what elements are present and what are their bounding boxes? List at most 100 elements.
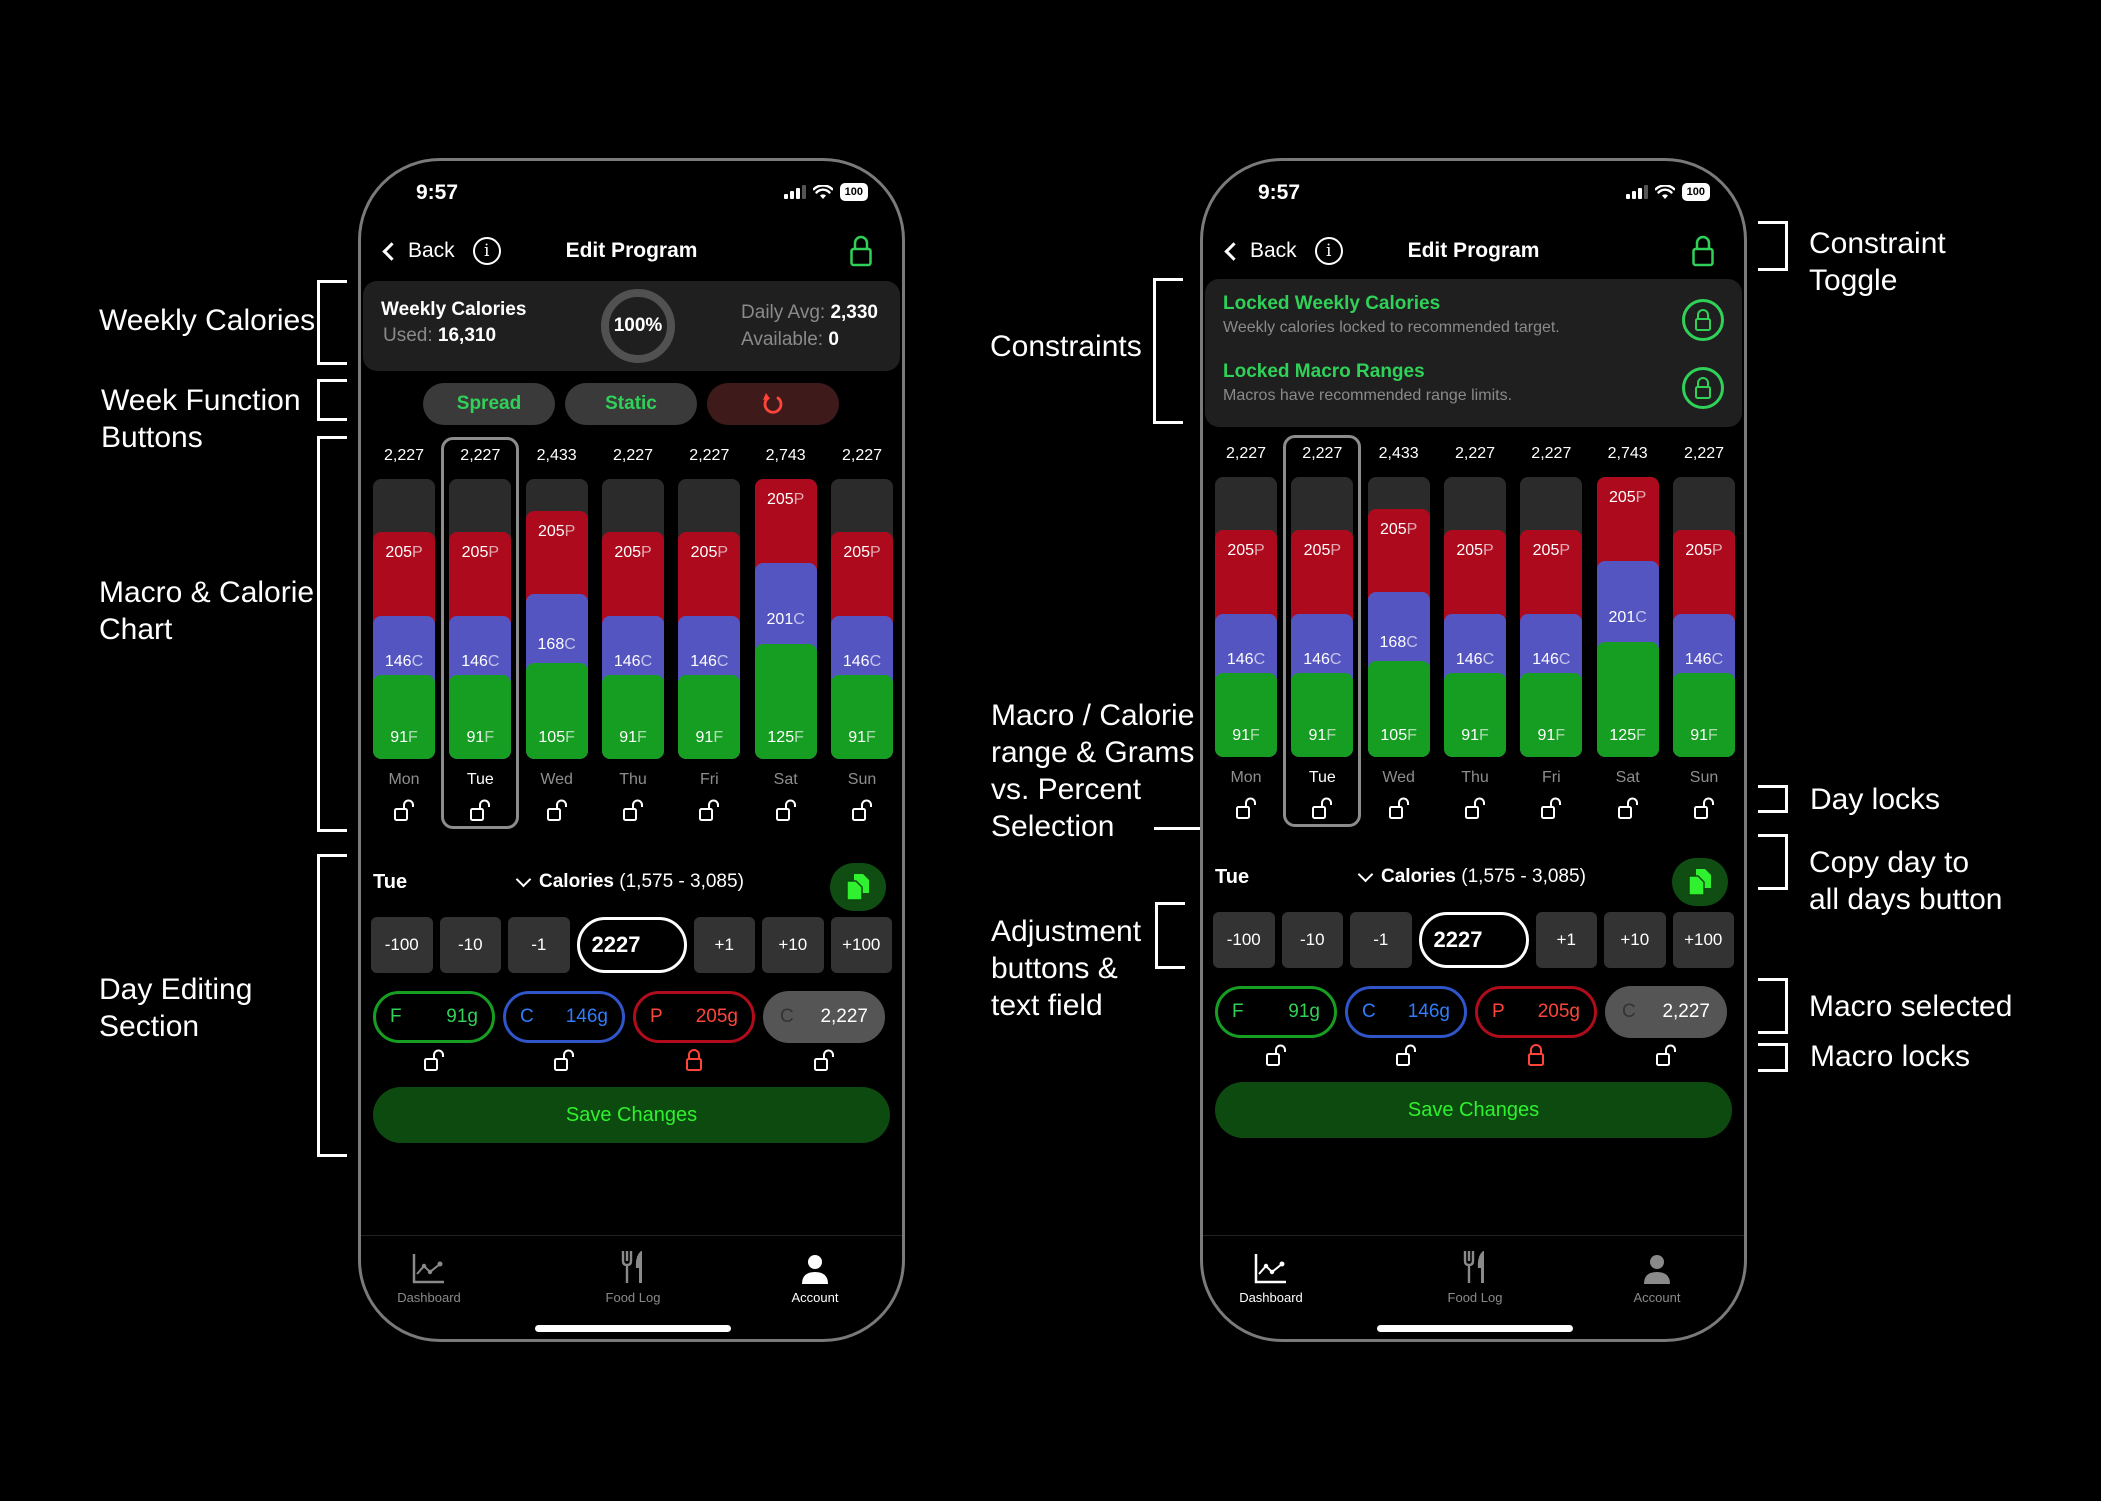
day-column[interactable]: 2,227 205P 146C 91F Tue xyxy=(1291,435,1354,835)
bar-track: 205P 146C 91F xyxy=(373,479,435,759)
macro-pill-f[interactable]: F 91g xyxy=(373,991,495,1043)
bar-value: 91 xyxy=(619,729,637,746)
tab-dashboard[interactable]: Dashboard xyxy=(369,1244,489,1305)
day-lock-button[interactable] xyxy=(546,799,567,821)
day-column[interactable]: 2,227 205P 146C 91F Fri xyxy=(678,437,741,837)
unlock-icon[interactable] xyxy=(470,799,491,821)
unlock-icon[interactable] xyxy=(1396,1044,1416,1066)
metric-range-selector[interactable]: Calories (1,575 - 3,085) xyxy=(515,871,744,893)
day-column[interactable]: 2,227 205P 146C 91F Thu xyxy=(602,437,664,837)
unlock-icon[interactable] xyxy=(775,799,796,821)
unlock-icon[interactable] xyxy=(699,799,720,821)
unlock-icon[interactable] xyxy=(424,1049,444,1071)
macro-pill-p[interactable]: P 205g xyxy=(1475,986,1597,1038)
save-changes-button[interactable]: Save Changes xyxy=(373,1087,890,1143)
chart-line-icon xyxy=(412,1254,444,1284)
day-lock-button[interactable] xyxy=(1694,797,1714,819)
unlock-icon[interactable] xyxy=(1236,797,1256,819)
tab-account[interactable]: Account xyxy=(755,1244,875,1305)
save-changes-button[interactable]: Save Changes xyxy=(1215,1082,1732,1138)
day-column[interactable]: 2,743 205P 201C 125F Sat xyxy=(754,437,817,837)
adjust-plus-1-button[interactable]: +1 xyxy=(693,917,755,973)
adjust-plus-100-button[interactable]: +100 xyxy=(1672,912,1734,968)
macro-pill-calories[interactable]: C 2,227 xyxy=(763,991,885,1043)
adjust-plus-10-button[interactable]: +10 xyxy=(762,917,824,973)
day-column[interactable]: 2,433 205P 168C 105F Wed xyxy=(525,437,588,837)
day-column[interactable]: 2,433 205P 168C 105F Wed xyxy=(1367,435,1430,835)
day-lock-button[interactable] xyxy=(852,799,872,821)
day-lock-button[interactable] xyxy=(623,799,643,821)
tab-food-log[interactable]: Food Log xyxy=(1415,1244,1535,1305)
adjust-plus-100-button[interactable]: +100 xyxy=(830,917,892,973)
adjust-minus-10-button[interactable]: -10 xyxy=(1281,912,1343,968)
unlock-icon[interactable] xyxy=(1541,797,1562,819)
lock-icon[interactable] xyxy=(1526,1044,1546,1066)
adjust-minus-1-button[interactable]: -1 xyxy=(1350,912,1412,968)
static-button[interactable]: Static xyxy=(565,383,697,425)
day-column[interactable]: 2,227 205P 146C 91F Tue xyxy=(449,437,512,837)
day-column[interactable]: 2,227 205P 146C 91F Thu xyxy=(1444,435,1506,835)
macro-pill-c[interactable]: C 146g xyxy=(1345,986,1467,1038)
reset-button[interactable] xyxy=(707,383,839,425)
unlock-icon[interactable] xyxy=(394,799,414,821)
calorie-value-input[interactable] xyxy=(1418,912,1529,968)
day-column[interactable]: 2,227 205P 146C 91F Mon xyxy=(373,437,435,837)
adjust-plus-10-button[interactable]: +10 xyxy=(1604,912,1666,968)
signal-icon xyxy=(783,185,806,199)
unlock-icon[interactable] xyxy=(1617,797,1638,819)
macro-pill-f[interactable]: F 91g xyxy=(1215,986,1337,1038)
unlock-icon[interactable] xyxy=(1656,1044,1676,1066)
macro-pill-c[interactable]: C 146g xyxy=(503,991,625,1043)
calorie-value-input[interactable] xyxy=(576,917,687,973)
lock-icon[interactable] xyxy=(684,1049,704,1071)
day-lock-button[interactable] xyxy=(775,799,796,821)
day-lock-button[interactable] xyxy=(1388,797,1409,819)
constraint-lock-toggle-icon[interactable] xyxy=(1692,235,1714,267)
day-column[interactable]: 2,227 205P 146C 91F Fri xyxy=(1520,435,1583,835)
day-lock-button[interactable] xyxy=(1465,797,1485,819)
day-column[interactable]: 2,227 205P 146C 91F Sun xyxy=(831,437,893,837)
day-column[interactable]: 2,227 205P 146C 91F Sun xyxy=(1673,435,1735,835)
day-column[interactable]: 2,227 205P 146C 91F Mon xyxy=(1215,435,1277,835)
adjust-minus-10-button[interactable]: -10 xyxy=(439,917,501,973)
adjust-minus-100-button[interactable]: -100 xyxy=(371,917,433,973)
constraint-lock-toggle-icon[interactable] xyxy=(850,235,872,267)
unlock-icon[interactable] xyxy=(1266,1044,1286,1066)
unlock-icon[interactable] xyxy=(814,1049,834,1071)
unlock-icon[interactable] xyxy=(546,799,567,821)
constraint-lock-button[interactable] xyxy=(1682,299,1724,341)
unlock-icon[interactable] xyxy=(1694,797,1714,819)
copy-day-button[interactable] xyxy=(1672,858,1728,906)
tab-dashboard[interactable]: Dashboard xyxy=(1211,1244,1331,1305)
unlock-icon[interactable] xyxy=(1388,797,1409,819)
day-column[interactable]: 2,743 205P 201C 125F Sat xyxy=(1596,435,1659,835)
status-time: 9:57 xyxy=(1258,181,1301,204)
annotation-constraints: Constraints xyxy=(990,328,1142,365)
metric-range-selector[interactable]: Calories (1,575 - 3,085) xyxy=(1357,866,1586,888)
adjust-minus-100-button[interactable]: -100 xyxy=(1213,912,1275,968)
spread-button[interactable]: Spread xyxy=(423,383,555,425)
day-lock-button[interactable] xyxy=(1617,797,1638,819)
day-lock-button[interactable] xyxy=(470,799,491,821)
day-lock-button[interactable] xyxy=(1541,797,1562,819)
tab-food-log[interactable]: Food Log xyxy=(573,1244,693,1305)
adjust-plus-1-button[interactable]: +1 xyxy=(1535,912,1597,968)
unlock-icon[interactable] xyxy=(1312,797,1333,819)
constraint-lock-button[interactable] xyxy=(1682,367,1724,409)
unlock-icon[interactable] xyxy=(554,1049,574,1071)
day-lock-button[interactable] xyxy=(1312,797,1333,819)
annotation-constraint-toggle: Constraint Toggle xyxy=(1809,225,1946,299)
day-lock-button[interactable] xyxy=(394,799,414,821)
bar-label: 205P xyxy=(1291,542,1353,560)
adjust-minus-1-button[interactable]: -1 xyxy=(508,917,570,973)
macro-pill-p[interactable]: P 205g xyxy=(633,991,755,1043)
tab-account[interactable]: Account xyxy=(1597,1244,1717,1305)
copy-day-button[interactable] xyxy=(830,863,886,911)
day-lock-button[interactable] xyxy=(699,799,720,821)
unlock-icon[interactable] xyxy=(1465,797,1485,819)
bar-value: 146 xyxy=(1303,651,1330,669)
macro-pill-calories[interactable]: C 2,227 xyxy=(1605,986,1727,1038)
day-lock-button[interactable] xyxy=(1236,797,1256,819)
unlock-icon[interactable] xyxy=(623,799,643,821)
unlock-icon[interactable] xyxy=(852,799,872,821)
